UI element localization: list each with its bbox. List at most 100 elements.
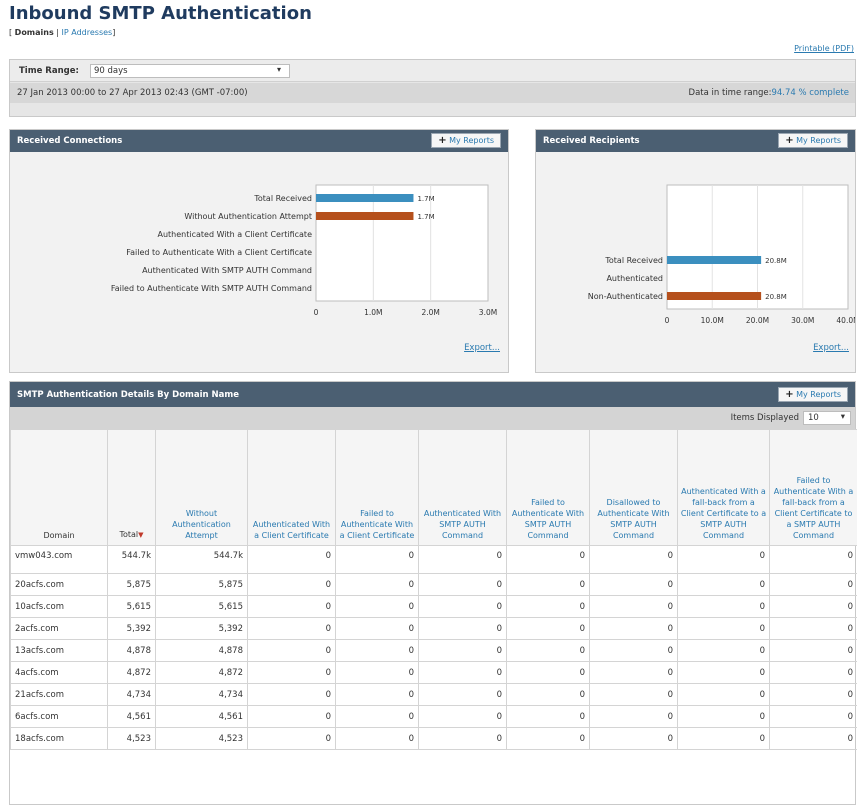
my-reports-label: My Reports (796, 136, 841, 145)
value-cell: 5,875 (155, 573, 248, 596)
value-cell: 0 (769, 727, 857, 750)
time-range-dates: 27 Jan 2013 00:00 to 27 Apr 2013 02:43 (… (17, 88, 248, 98)
data-completeness-label: Data in time range: (688, 88, 772, 98)
items-displayed-select[interactable]: 10 ▾ (803, 411, 851, 425)
value-cell: 0 (769, 661, 857, 684)
value-cell: 0 (247, 705, 336, 728)
value-cell: 0 (589, 617, 678, 640)
received-connections-chart: 0 1.0M 2.0M 3.0M Total Received 1.7M Without A… (111, 184, 497, 317)
bar-value-label: 20.8M (765, 257, 787, 265)
export-link[interactable]: Export... (464, 343, 500, 353)
value-cell: 0 (247, 617, 336, 640)
value-cell: 0 (418, 595, 507, 618)
received-recipients-title: Received Recipients (543, 136, 640, 146)
export-link[interactable]: Export... (813, 343, 849, 353)
column-header-auth-fallback[interactable]: Authenticated With a fall-back from a Cl… (677, 429, 770, 546)
value-cell: 4,561 (155, 705, 248, 728)
table-row: 18acfs.com 4,523 4,523 0 0 0 0 0 0 0 (10, 727, 857, 750)
data-bar[interactable] (667, 292, 762, 300)
data-bar[interactable] (316, 212, 414, 220)
time-range-select[interactable]: 90 days ▾ (90, 64, 290, 78)
subnav-domains: Domains (14, 28, 54, 37)
x-tick-label: 30.0M (791, 316, 814, 325)
domain-cell: 21acfs.com (10, 683, 108, 706)
subnav: [ Domains | IP Addresses] (9, 28, 115, 37)
report-page: Inbound SMTP Authentication [ Domains | … (0, 0, 857, 805)
my-reports-label: My Reports (796, 390, 841, 399)
value-cell: 0 (418, 573, 507, 596)
value-cell: 0 (589, 727, 678, 750)
value-cell: 0 (769, 705, 857, 728)
value-cell: 0 (506, 617, 590, 640)
column-header-failed-smtp-auth[interactable]: Failed to Authenticate With SMTP AUTH Co… (506, 429, 590, 546)
value-cell: 0 (506, 705, 590, 728)
time-range-value: 90 days (94, 66, 128, 76)
value-cell: 4,734 (107, 683, 156, 706)
value-cell: 0 (589, 573, 678, 596)
column-header-failed-client-cert[interactable]: Failed to Authenticate With a Client Cer… (335, 429, 419, 546)
value-cell: 0 (335, 639, 419, 662)
domain-cell: 4acfs.com (10, 661, 108, 684)
x-tick-label: 10.0M (701, 316, 724, 325)
column-header-disallowed-smtp-auth[interactable]: Disallowed to Authenticate With SMTP AUT… (589, 429, 678, 546)
value-cell: 0 (247, 545, 336, 574)
column-header-total[interactable]: Total▼ (107, 429, 156, 546)
data-bar[interactable] (667, 256, 762, 264)
table-row: 13acfs.com 4,878 4,878 0 0 0 0 0 0 0 (10, 639, 857, 662)
category-label: Non-Authenticated (588, 292, 663, 301)
data-bar[interactable] (316, 194, 414, 202)
table-body: vmw043.com 544.7k 544.7k 0 0 0 0 0 0 0 20acfs.com 5… (10, 545, 857, 750)
value-cell: 0 (506, 639, 590, 662)
value-cell: 5,615 (107, 595, 156, 618)
value-cell: 0 (589, 595, 678, 618)
category-label: Authenticated With SMTP AUTH Command (142, 266, 312, 275)
subnav-ip-addresses-link[interactable]: IP Addresses (62, 28, 113, 37)
category-label: Without Authentication Attempt (184, 212, 312, 221)
value-cell: 0 (506, 683, 590, 706)
my-reports-button[interactable]: + My Reports (778, 387, 848, 402)
my-reports-button[interactable]: + My Reports (431, 133, 501, 148)
panel-header: SMTP Authentication Details By Domain Na… (10, 382, 855, 407)
table-header-row: Domain Total▼ Without Authentication Att… (10, 429, 857, 546)
sort-desc-icon: ▼ (138, 531, 144, 539)
value-cell: 4,523 (107, 727, 156, 750)
value-cell: 0 (769, 639, 857, 662)
chevron-down-icon: ▾ (276, 65, 281, 74)
value-cell: 0 (335, 727, 419, 750)
value-cell: 0 (589, 705, 678, 728)
value-cell: 0 (335, 573, 419, 596)
column-header-auth-smtp-auth[interactable]: Authenticated With SMTP AUTH Command (418, 429, 507, 546)
value-cell: 5,615 (155, 595, 248, 618)
table-row: 21acfs.com 4,734 4,734 0 0 0 0 0 0 0 (10, 683, 857, 706)
value-cell: 0 (677, 661, 770, 684)
column-header-failed-fallback[interactable]: Failed to Authenticate With a fall-back … (769, 429, 857, 546)
items-displayed-bar: Items Displayed 10 ▾ (10, 407, 855, 429)
category-label: Total Received (253, 194, 312, 203)
my-reports-button[interactable]: + My Reports (778, 133, 848, 148)
domain-cell: 13acfs.com (10, 639, 108, 662)
x-tick-label: 0 (314, 308, 319, 317)
value-cell: 0 (247, 639, 336, 662)
category-label: Authenticated With a Client Certificate (158, 230, 313, 239)
column-header-total-label: Total (119, 530, 139, 539)
value-cell: 5,392 (107, 617, 156, 640)
x-tick-label: 0 (665, 316, 670, 325)
column-header-auth-client-cert[interactable]: Authenticated With a Client Certificate (247, 429, 336, 546)
value-cell: 0 (247, 683, 336, 706)
received-connections-panel: Received Connections + My Reports 0 1.0M 2… (9, 129, 509, 373)
domain-cell: 10acfs.com (10, 595, 108, 618)
category-label: Total Received (604, 256, 663, 265)
column-header-domain[interactable]: Domain (10, 429, 108, 546)
value-cell: 0 (335, 661, 419, 684)
value-cell: 0 (418, 683, 507, 706)
table-row: 4acfs.com 4,872 4,872 0 0 0 0 0 0 0 (10, 661, 857, 684)
value-cell: 0 (506, 661, 590, 684)
subnav-close: ] (112, 28, 116, 37)
time-range-panel: Time Range: 90 days ▾ 27 Jan 2013 00:00 … (9, 59, 856, 117)
value-cell: 0 (418, 727, 507, 750)
domain-cell: 6acfs.com (10, 705, 108, 728)
x-tick-label: 20.0M (746, 316, 769, 325)
value-cell: 0 (418, 617, 507, 640)
column-header-without-auth[interactable]: Without Authentication Attempt (155, 429, 248, 546)
printable-pdf-link[interactable]: Printable (PDF) (794, 44, 854, 53)
